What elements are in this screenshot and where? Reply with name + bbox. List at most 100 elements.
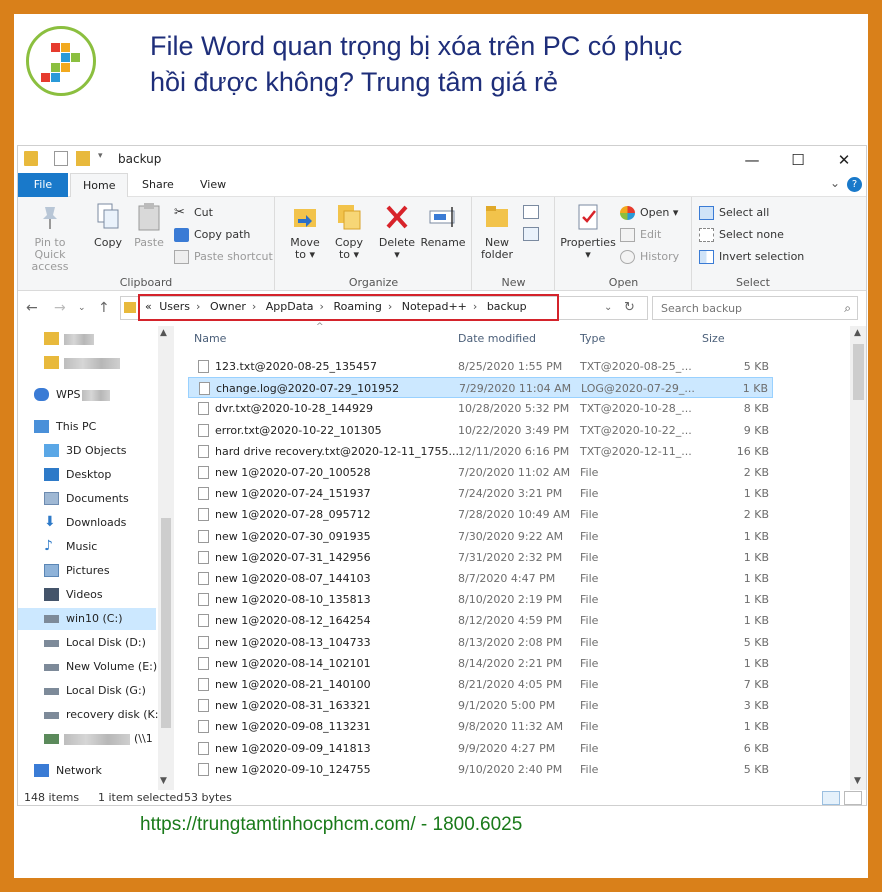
customize-toolbar-icon[interactable]: ▾ [98, 151, 108, 166]
nav-item-this-pc[interactable]: This PC [18, 416, 156, 438]
breadcrumb-roaming[interactable]: Roaming [333, 300, 381, 313]
nav-item-music[interactable]: ♪ Music [18, 536, 156, 558]
help-icon[interactable]: ? [847, 177, 862, 192]
large-icons-view-icon[interactable] [844, 791, 862, 805]
file-row[interactable]: change.log@2020-07-29_101952 7/29/2020 11… [188, 377, 773, 399]
column-header-date[interactable]: Date modified [458, 332, 536, 345]
breadcrumb-separator-icon[interactable]: › [473, 300, 477, 313]
breadcrumb-separator-icon[interactable]: › [252, 300, 256, 313]
tab-view[interactable]: View [188, 173, 238, 197]
nav-item-drive-d[interactable]: Local Disk (D:) [18, 632, 156, 654]
minimize-button[interactable]: — [729, 149, 775, 171]
pin-quick-access-button[interactable]: Pin to Quick access [20, 201, 80, 273]
column-header-size[interactable]: Size [702, 332, 725, 345]
nav-item-3d-objects[interactable]: 3D Objects [18, 440, 156, 462]
paste-shortcut-button[interactable]: Paste shortcut [174, 247, 273, 267]
file-row[interactable]: new 1@2020-07-30_091935 7/30/2020 9:22 AM… [188, 526, 773, 547]
delete-button[interactable]: Delete ▾ [376, 201, 418, 261]
breadcrumb-separator-icon[interactable]: › [320, 300, 324, 313]
search-input[interactable] [653, 297, 833, 319]
column-header-type[interactable]: Type [580, 332, 605, 345]
invert-selection-button[interactable]: Invert selection [699, 247, 804, 267]
move-to-button[interactable]: Move to ▾ [284, 201, 326, 261]
nav-scroll-down-icon[interactable]: ▼ [160, 776, 167, 786]
breadcrumb-users[interactable]: Users [159, 300, 190, 313]
edit-button[interactable]: Edit [620, 225, 661, 245]
nav-item-drive-g[interactable]: Local Disk (G:) [18, 680, 156, 702]
nav-item-network[interactable]: Network [18, 760, 156, 782]
copy-button[interactable]: Copy [90, 201, 126, 249]
up-arrow-icon[interactable]: ↑ [98, 300, 110, 316]
list-scroll-up-icon[interactable]: ▲ [854, 328, 861, 338]
nav-scrollbar-thumb[interactable] [161, 518, 171, 728]
details-view-icon[interactable] [822, 791, 840, 805]
file-row[interactable]: new 1@2020-08-21_140100 8/21/2020 4:05 PM… [188, 674, 773, 695]
nav-item-videos[interactable]: Videos [18, 584, 156, 606]
list-scroll-down-icon[interactable]: ▼ [854, 776, 861, 786]
nav-item-network-drive[interactable]: (\\1 [18, 728, 156, 750]
breadcrumb-owner[interactable]: Owner [210, 300, 246, 313]
nav-item-desktop[interactable]: Desktop [18, 464, 156, 486]
close-button[interactable]: ✕ [821, 149, 866, 171]
breadcrumb-separator-icon[interactable]: › [388, 300, 392, 313]
file-row[interactable]: new 1@2020-07-31_142956 7/31/2020 2:32 PM… [188, 547, 773, 568]
history-button[interactable]: History [620, 247, 679, 267]
nav-item-redacted-folder[interactable] [18, 328, 156, 350]
nav-item-drive-k[interactable]: recovery disk (K:) [18, 704, 163, 726]
rename-button[interactable]: Rename [420, 201, 466, 249]
recent-locations-icon[interactable]: ⌄ [78, 303, 86, 313]
cut-button[interactable]: ✂ Cut [174, 203, 213, 223]
properties-quick-icon[interactable] [54, 151, 68, 166]
nav-item-drive-e[interactable]: New Volume (E:) [18, 656, 157, 678]
file-row[interactable]: new 1@2020-09-08_113231 9/8/2020 11:32 AM… [188, 716, 773, 737]
file-row[interactable]: error.txt@2020-10-22_101305 10/22/2020 3:… [188, 420, 773, 441]
file-row[interactable]: new 1@2020-08-12_164254 8/12/2020 4:59 PM… [188, 610, 773, 631]
tab-share[interactable]: Share [130, 173, 186, 197]
nav-item-pictures[interactable]: Pictures [18, 560, 156, 582]
file-row[interactable]: new 1@2020-07-20_100528 7/20/2020 11:02 A… [188, 462, 773, 483]
file-row[interactable]: dvr.txt@2020-10-28_144929 10/28/2020 5:32… [188, 398, 773, 419]
nav-item-wps[interactable]: WPS [18, 384, 156, 406]
open-button[interactable]: Open ▾ [620, 203, 678, 223]
breadcrumb-appdata[interactable]: AppData [266, 300, 314, 313]
nav-item-drive-c[interactable]: win10 (C:) [18, 608, 156, 630]
file-row[interactable]: new 1@2020-08-14_102101 8/14/2020 2:21 PM… [188, 653, 773, 674]
forward-arrow-icon[interactable]: → [54, 300, 66, 316]
footer-contact[interactable]: https://trungtamtinhocphcm.com/ - 1800.6… [140, 814, 522, 836]
easy-access-icon[interactable] [523, 227, 539, 241]
file-row[interactable]: new 1@2020-09-09_141813 9/9/2020 4:27 PM F… [188, 738, 773, 759]
nav-item-documents[interactable]: Documents [18, 488, 156, 510]
refresh-icon[interactable]: ↻ [624, 300, 635, 315]
select-all-button[interactable]: Select all [699, 203, 769, 223]
file-row[interactable]: new 1@2020-07-24_151937 7/24/2020 3:21 PM… [188, 483, 773, 504]
nav-item-redacted-folder[interactable] [18, 352, 156, 374]
breadcrumb-separator-icon[interactable]: › [196, 300, 200, 313]
file-row[interactable]: new 1@2020-08-13_104733 8/13/2020 2:08 PM… [188, 632, 773, 653]
select-none-button[interactable]: Select none [699, 225, 784, 245]
new-item-icon[interactable] [523, 205, 539, 219]
breadcrumb-notepadpp[interactable]: Notepad++ [402, 300, 467, 313]
file-row[interactable]: new 1@2020-08-07_144103 8/7/2020 4:47 PM F… [188, 568, 773, 589]
paste-button[interactable]: Paste [131, 201, 167, 249]
nav-item-downloads[interactable]: ⬇ Downloads [18, 512, 156, 534]
breadcrumb-backup[interactable]: backup [487, 300, 527, 313]
file-row[interactable]: 123.txt@2020-08-25_135457 8/25/2020 1:55 … [188, 356, 773, 377]
new-folder-button[interactable]: New folder [477, 201, 517, 261]
address-dropdown-icon[interactable]: ⌄ [604, 302, 612, 313]
file-row[interactable]: new 1@2020-09-10_124755 9/10/2020 2:40 PM… [188, 759, 773, 780]
column-header-name[interactable]: Name [194, 332, 226, 345]
back-arrow-icon[interactable]: ← [26, 300, 38, 316]
tab-home[interactable]: Home [70, 173, 129, 197]
file-row[interactable]: new 1@2020-08-31_163321 9/1/2020 5:00 PM F… [188, 695, 773, 716]
copy-path-button[interactable]: Copy path [174, 225, 250, 245]
maximize-button[interactable]: ☐ [775, 149, 821, 171]
file-list-scrollbar-thumb[interactable] [853, 344, 864, 400]
new-folder-quick-icon[interactable] [76, 151, 90, 166]
properties-button[interactable]: Properties ▾ [558, 201, 618, 261]
search-icon[interactable]: ⌕ [844, 301, 851, 316]
collapse-ribbon-icon[interactable]: ⌄ [830, 176, 840, 190]
file-row[interactable]: hard drive recovery.txt@2020-12-11_1755.… [188, 441, 773, 462]
tab-file[interactable]: File [18, 173, 68, 197]
copy-to-button[interactable]: Copy to ▾ [328, 201, 370, 261]
file-row[interactable]: new 1@2020-07-28_095712 7/28/2020 10:49 A… [188, 504, 773, 525]
